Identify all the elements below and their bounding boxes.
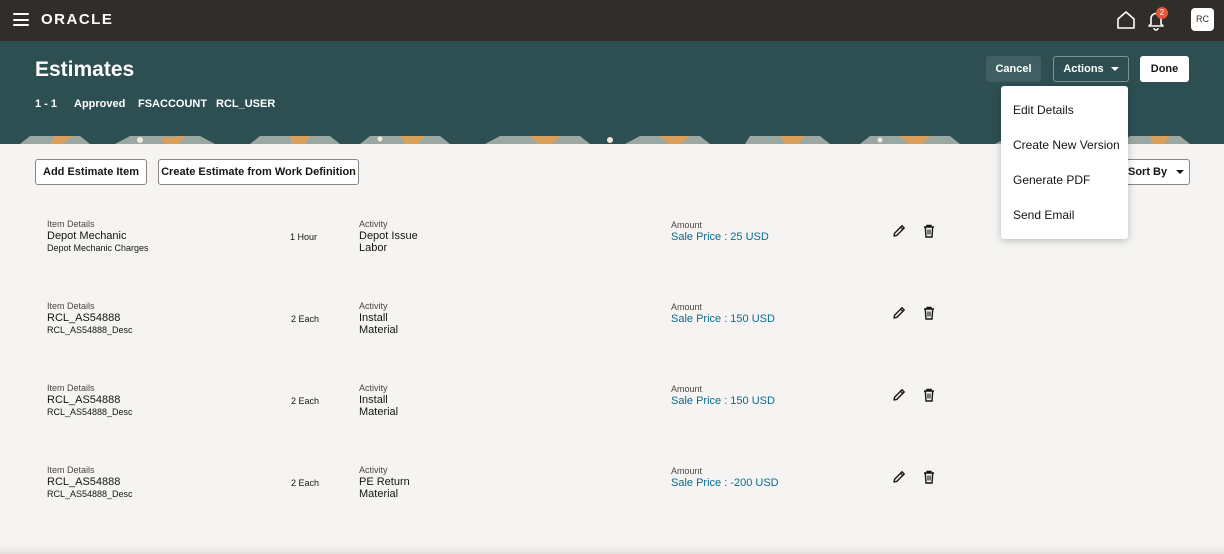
page-title: Estimates: [35, 58, 135, 81]
activity-type: Material: [359, 488, 399, 500]
item-description: RCL_AS54888_Desc: [47, 325, 133, 335]
item-description: RCL_AS54888_Desc: [47, 489, 133, 499]
add-estimate-item-button[interactable]: Add Estimate Item: [35, 159, 147, 185]
status-label: Approved: [74, 98, 126, 110]
menu-item-send-email[interactable]: Send Email: [1013, 208, 1074, 222]
trash-icon[interactable]: [921, 223, 937, 239]
activity-type: Material: [359, 406, 399, 418]
pencil-icon[interactable]: [891, 387, 907, 403]
item-name: Depot Mechanic: [47, 230, 127, 242]
trash-icon[interactable]: [921, 469, 937, 485]
item-details-label: Item Details: [47, 383, 95, 393]
item-quantity: 2 Each: [291, 478, 320, 488]
home-icon[interactable]: [1115, 9, 1137, 31]
activity-label: Activity: [359, 219, 388, 229]
item-description: RCL_AS54888_Desc: [47, 407, 133, 417]
trash-icon[interactable]: [921, 305, 937, 321]
pencil-icon[interactable]: [891, 305, 907, 321]
sale-price-link[interactable]: Sale Price : 25 USD: [671, 231, 769, 243]
notification-badge: 2: [1156, 7, 1168, 19]
pencil-icon[interactable]: [891, 223, 907, 239]
item-quantity: 2 Each: [291, 396, 320, 406]
sale-price-link[interactable]: Sale Price : 150 USD: [671, 395, 775, 407]
trash-icon[interactable]: [921, 387, 937, 403]
activity-value: PE Return: [359, 476, 410, 488]
item-description: Depot Mechanic Charges: [47, 243, 149, 253]
activity-label: Activity: [359, 301, 388, 311]
list-item[interactable]: Item Details RCL_AS54888 RCL_AS54888_Des…: [0, 464, 1224, 524]
activity-value: Install: [359, 394, 388, 406]
actions-label: Actions: [1063, 63, 1104, 75]
activity-label: Activity: [359, 465, 388, 475]
chevron-down-icon: [1176, 170, 1185, 175]
item-details-label: Item Details: [47, 301, 95, 311]
menu-item-create-new-version[interactable]: Create New Version: [1013, 138, 1120, 152]
activity-value: Depot Issue: [359, 230, 418, 242]
actions-menu: Edit Details Create New Version Generate…: [1001, 86, 1128, 239]
menu-item-generate-pdf[interactable]: Generate PDF: [1013, 173, 1090, 187]
item-name: RCL_AS54888: [47, 312, 121, 324]
user-avatar[interactable]: RC: [1191, 8, 1214, 31]
item-quantity: 2 Each: [291, 314, 320, 324]
sale-price-link[interactable]: Sale Price : -200 USD: [671, 477, 779, 489]
amount-label: Amount: [671, 302, 703, 312]
done-button[interactable]: Done: [1140, 56, 1189, 82]
item-name: RCL_AS54888: [47, 476, 121, 488]
create-from-work-definition-button[interactable]: Create Estimate from Work Definition: [158, 159, 359, 185]
chevron-down-icon: [1110, 67, 1119, 72]
list-item[interactable]: Item Details RCL_AS54888 RCL_AS54888_Des…: [0, 300, 1224, 360]
cancel-button[interactable]: Cancel: [986, 56, 1041, 82]
account-label: FSACCOUNT: [138, 98, 208, 110]
pencil-icon[interactable]: [891, 469, 907, 485]
item-details-label: Item Details: [47, 465, 95, 475]
item-name: RCL_AS54888: [47, 394, 121, 406]
item-details-label: Item Details: [47, 219, 95, 229]
sale-price-link[interactable]: Sale Price : 150 USD: [671, 313, 775, 325]
list-item[interactable]: Item Details RCL_AS54888 RCL_AS54888_Des…: [0, 382, 1224, 442]
amount-label: Amount: [671, 466, 703, 476]
global-header: ORACLE 2 RC: [0, 0, 1224, 41]
sort-by-label: Sort By: [1128, 166, 1168, 178]
activity-type: Labor: [359, 242, 388, 254]
amount-label: Amount: [671, 220, 703, 230]
item-quantity: 1 Hour: [290, 232, 318, 242]
oracle-logo: ORACLE: [41, 11, 114, 28]
activity-label: Activity: [359, 383, 388, 393]
amount-label: Amount: [671, 384, 703, 394]
activity-type: Material: [359, 324, 399, 336]
activity-value: Install: [359, 312, 388, 324]
hamburger-menu-icon[interactable]: [13, 13, 29, 26]
user-label: RCL_USER: [216, 98, 276, 110]
menu-item-edit-details[interactable]: Edit Details: [1013, 103, 1074, 117]
record-range: 1 - 1: [35, 98, 58, 110]
bottom-shadow: [0, 546, 1224, 554]
actions-button[interactable]: Actions: [1053, 56, 1129, 82]
